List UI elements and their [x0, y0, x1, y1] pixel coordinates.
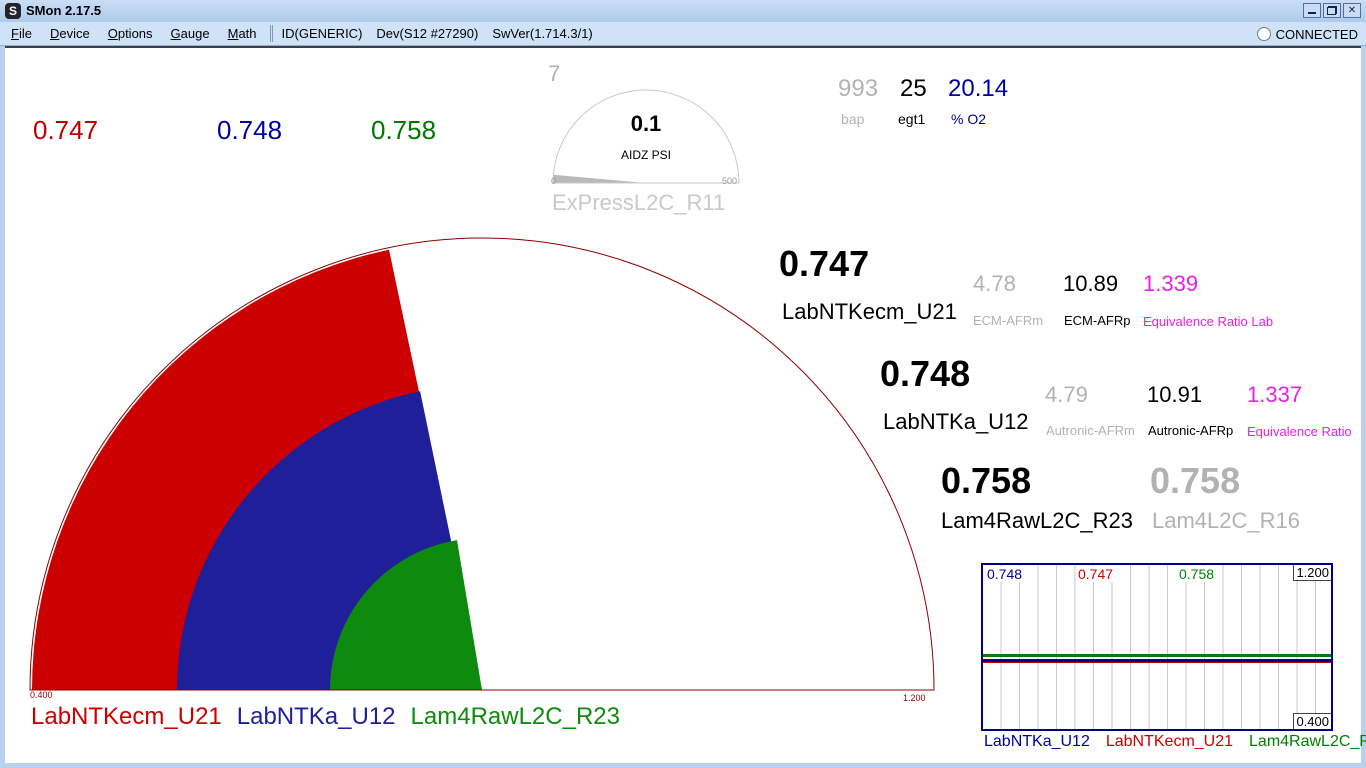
lambda3-stale-value: 0.758: [1150, 462, 1240, 500]
restore-icon: [1327, 6, 1337, 15]
lambda2-eq: 1.337: [1247, 383, 1302, 406]
device-swver: SwVer(1.714.3/1): [492, 26, 592, 41]
aux-gauge-name: ExPressL2C_R11: [552, 191, 725, 214]
chart-value-labntkecm: 0.747: [1076, 566, 1115, 582]
menu-options[interactable]: Options: [101, 23, 160, 44]
aux-gauge-label: AIDZ PSI: [621, 149, 671, 162]
trace-labntka: [983, 659, 1331, 662]
menu-separator: [270, 25, 273, 42]
readout-o2-label: % O2: [951, 112, 986, 127]
lambda1-name: LabNTKecm_U21: [782, 300, 957, 323]
lambda2-afrm: 4.79: [1045, 383, 1088, 406]
app-icon: S: [5, 3, 21, 19]
connection-status: CONNECTED: [1257, 22, 1358, 46]
lambda1-afrm-label: ECM-AFRm: [973, 314, 1043, 328]
lambda2-afrm-label: Autronic-AFRm: [1046, 424, 1135, 438]
menu-device[interactable]: Device: [43, 23, 97, 44]
device-id: ID(GENERIC): [282, 26, 363, 41]
lambda1-eq: 1.339: [1143, 272, 1198, 295]
chart-legend-labntkecm: LabNTKecm_U21: [1106, 733, 1233, 751]
menu-bar: File Device Options Gauge Math ID(GENERI…: [0, 22, 1366, 46]
chart-ymin: 0.400: [1293, 713, 1331, 729]
connection-label: CONNECTED: [1276, 27, 1358, 42]
readout-egt1-label: egt1: [898, 112, 925, 127]
readout-lam4raw-mini: 0.758: [371, 117, 436, 144]
lambda1-afrp: 10.89: [1063, 272, 1118, 295]
lambda3-value: 0.758: [941, 462, 1031, 500]
lambda2-afrp-label: Autronic-AFRp: [1148, 424, 1233, 438]
main-gauge-legend: LabNTKecm_U21 LabNTKa_U12 Lam4RawL2C_R23: [31, 703, 620, 731]
lambda2-name: LabNTKa_U12: [883, 410, 1029, 433]
lambda2-value: 0.748: [880, 355, 970, 393]
smon-window: S SMon 2.17.5 ✕ File Device Options Gaug…: [0, 0, 1366, 768]
lambda1-afrp-label: ECM-AFRp: [1064, 314, 1130, 328]
connection-led-icon: [1257, 27, 1271, 41]
chart-value-labntka: 0.748: [985, 566, 1024, 582]
chart-ymax: 1.200: [1293, 565, 1331, 581]
main-gauge-min-tick: 0.400: [30, 691, 53, 700]
readout-bap: 993: [838, 76, 878, 101]
minimize-button[interactable]: [1303, 3, 1321, 18]
readout-labntka-mini: 0.748: [217, 117, 282, 144]
legend-labntka: LabNTKa_U12: [237, 703, 396, 731]
trace-lam4raw: [983, 654, 1331, 657]
menu-gauge[interactable]: Gauge: [164, 23, 217, 44]
restore-button[interactable]: [1323, 3, 1341, 18]
readout-o2: 20.14: [948, 76, 1008, 101]
chart-legend-lam4raw: Lam4RawL2C_R23: [1249, 733, 1366, 751]
lambda1-value: 0.747: [779, 245, 869, 283]
lambda1-eq-label: Equivalence Ratio Lab: [1143, 315, 1273, 329]
lambda2-afrp: 10.91: [1147, 383, 1202, 406]
readout-labntkecm-mini: 0.747: [33, 117, 98, 144]
chart-value-lam4raw: 0.758: [1177, 566, 1216, 582]
strip-chart: 0.748 0.747 0.758 1.200 0.400: [981, 563, 1333, 731]
lambda2-eq-label: Equivalence Ratio: [1247, 425, 1352, 439]
main-gauge-max-tick: 1.200: [903, 694, 926, 703]
lambda3-stale-name: Lam4L2C_R16: [1152, 509, 1300, 532]
readout-egt1: 25: [900, 76, 927, 101]
menu-file[interactable]: File: [4, 23, 39, 44]
aux-gauge-max-tick: 500: [722, 177, 737, 186]
legend-lam4raw: Lam4RawL2C_R23: [411, 703, 620, 731]
aux-gauge-stale-value: 7: [548, 62, 560, 85]
chart-legend-labntka: LabNTKa_U12: [984, 733, 1090, 751]
minimize-icon: [1308, 7, 1316, 14]
title-bar[interactable]: S SMon 2.17.5 ✕: [0, 0, 1366, 22]
window-title: SMon 2.17.5: [26, 3, 101, 18]
device-rev: Dev(S12 #27290): [376, 26, 478, 41]
legend-labntkecm: LabNTKecm_U21: [31, 703, 222, 731]
readout-bap-label: bap: [841, 112, 864, 127]
aux-gauge-value: 0.1: [631, 112, 662, 135]
device-info: ID(GENERIC) Dev(S12 #27290) SwVer(1.714.…: [282, 26, 593, 41]
menu-math[interactable]: Math: [221, 23, 264, 44]
close-button[interactable]: ✕: [1343, 3, 1361, 18]
aux-gauge-min-tick: 0: [551, 177, 556, 186]
lambda3-name: Lam4RawL2C_R23: [941, 509, 1133, 532]
lambda1-afrm: 4.78: [973, 272, 1016, 295]
strip-chart-legend: LabNTKa_U12 LabNTKecm_U21 Lam4RawL2C_R23: [984, 733, 1366, 751]
close-icon: ✕: [1348, 5, 1356, 16]
